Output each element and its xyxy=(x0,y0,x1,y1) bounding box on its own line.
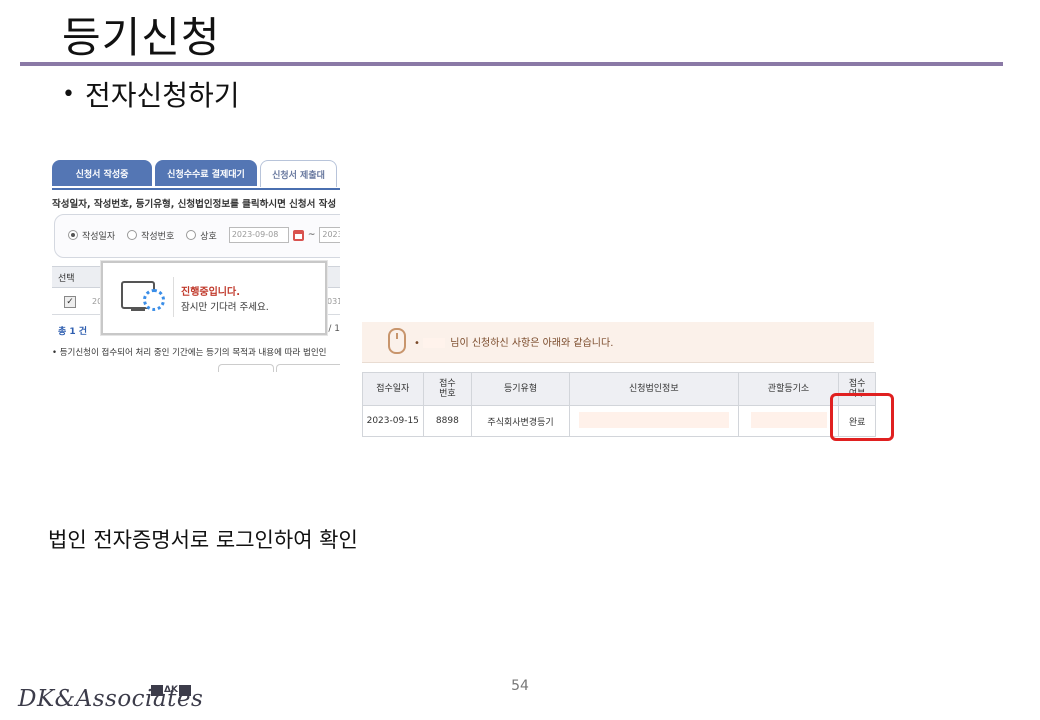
loading-popup: 진행중입니다. 잠시만 기다려 주세요. xyxy=(101,261,327,335)
footnote: • 등기신청이 접수되어 처리 중인 기간에는 등기의 목적과 내용에 따라 법… xyxy=(52,348,327,358)
range-separator: ~ xyxy=(307,230,316,240)
cell-type: 주식회사변경등기 xyxy=(471,405,570,437)
company-logo: DK&Associates ΔK xyxy=(18,684,208,718)
tab-submitted[interactable]: 신청서 제출대 xyxy=(259,160,337,187)
col-registration-type: 등기유형 xyxy=(471,372,570,406)
status-highlight xyxy=(830,393,894,441)
popup-divider xyxy=(173,277,174,317)
result-header: • 님이 신청하신 사항은 아래와 같습니다. xyxy=(362,322,874,363)
page-indicator: / 1 xyxy=(328,324,340,334)
cell-corp-info xyxy=(568,405,739,437)
radio-date[interactable] xyxy=(68,230,78,240)
date-from-input[interactable]: 2023-09-08 xyxy=(228,227,289,243)
radio-date-label: 작성일자 xyxy=(82,231,116,242)
radio-number[interactable] xyxy=(127,230,138,240)
radio-company-name[interactable] xyxy=(186,230,197,240)
slide-title: 등기신청 xyxy=(62,13,221,62)
table-row[interactable]: 2023-09-15 8898 주식회사변경등기 완료 xyxy=(362,405,876,437)
partial-button[interactable] xyxy=(218,364,274,372)
calendar-icon[interactable] xyxy=(292,229,304,241)
cell-office xyxy=(737,405,840,437)
redacted-office xyxy=(750,411,827,428)
header-bullet: • xyxy=(414,338,420,349)
spinner-icon xyxy=(143,289,165,311)
status-tabs: 신청서 작성중 신청수수료 결제대기 신청서 제출대 xyxy=(52,160,340,190)
tab-drafting[interactable]: 신청서 작성중 xyxy=(52,160,153,186)
caption-text: 법인 전자증명서로 로그인하여 확인 xyxy=(48,528,358,552)
partial-button[interactable] xyxy=(276,364,340,372)
radio-number-label: 작성번호 xyxy=(141,231,175,242)
row-checkbox[interactable]: ✓ xyxy=(64,296,76,308)
result-table: 접수일자 접수 번호 등기유형 신청법인정보 관할등기소 접수 여부 2023-… xyxy=(362,372,876,437)
application-result-screenshot: • 님이 신청하신 사항은 아래와 같습니다. 접수일자 접수 번호 등기유형 … xyxy=(362,322,876,440)
redacted-name xyxy=(423,338,446,348)
result-table-header: 접수일자 접수 번호 등기유형 신청법인정보 관할등기소 접수 여부 xyxy=(362,372,876,406)
bullet-item: • 전자신청하기 xyxy=(62,74,240,114)
total-count: 총 1 건 xyxy=(58,327,88,337)
col-receipt-number: 접수 번호 xyxy=(422,372,473,406)
logo-mark-icon: ΔK xyxy=(150,684,192,696)
redacted-corp-info xyxy=(578,411,729,428)
cell-number: 8898 xyxy=(422,405,473,437)
bullet-text: 전자신청하기 xyxy=(84,79,240,112)
row-fragment-right: 031 xyxy=(327,297,340,306)
instruction-text: 작성일자, 작성번호, 등기유형, 신청법인정보를 클릭하시면 신청서 작성 xyxy=(52,199,337,210)
cell-date: 2023-09-15 xyxy=(362,405,424,437)
tab-fee-payment[interactable]: 신청수수료 결제대기 xyxy=(155,160,257,186)
title-divider xyxy=(20,62,1003,66)
popup-subtitle: 잠시만 기다려 주세요. xyxy=(181,302,269,313)
mouse-icon xyxy=(388,328,406,354)
header-message: 님이 신청하신 사항은 아래와 같습니다. xyxy=(450,338,614,349)
select-column-header: 선택 xyxy=(58,274,75,284)
col-registry-office: 관할등기소 xyxy=(737,372,840,406)
result-header-text: • 님이 신청하신 사항은 아래와 같습니다. xyxy=(414,334,613,349)
radio-company-label: 상호 xyxy=(200,231,217,242)
date-to-input[interactable]: 2023 xyxy=(319,227,340,243)
col-corp-info: 신청법인정보 xyxy=(568,372,739,406)
popup-title: 진행중입니다. xyxy=(181,287,240,298)
bullet-dot-icon: • xyxy=(62,81,75,107)
search-criteria-radios: 작성일자 작성번호 상호 2023-09-08 ~ 2023 xyxy=(68,227,340,243)
col-receipt-date: 접수일자 xyxy=(362,372,424,406)
